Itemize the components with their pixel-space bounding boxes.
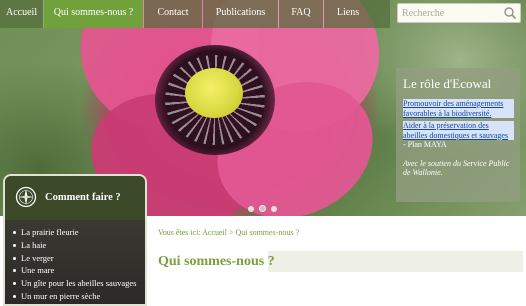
main-nav: Accueil Qui sommes-nous ? Contact Public… [0,0,390,28]
breadcrumb: Vous êtes ici: Accueil > Qui sommes-nous… [158,228,299,237]
compass-icon [15,186,37,208]
page-title-bar [268,251,523,272]
slider-dots [248,205,277,212]
sidebar-header: Comment faire ? [5,176,145,220]
breadcrumb-current: Qui sommes-nous ? [235,228,300,237]
sidebar-item-mare[interactable]: Une mare [5,264,145,277]
nav-spacer [372,0,390,28]
slider-dot[interactable] [248,206,254,212]
nav-item-contact[interactable]: Contact [144,0,202,28]
biodiversity-link[interactable]: Promouvoir des aménagements favorables à… [403,99,514,118]
sidebar-item-mur-pierre[interactable]: Un mur en pierre sèche [5,290,145,303]
breadcrumb-home-link[interactable]: Accueil [202,228,227,237]
search-icon[interactable] [502,5,518,21]
bees-link[interactable]: Aider à la préservation des abeilles dom… [403,121,514,140]
poppy-pistil [185,68,243,118]
sidebar-title: Comment faire ? [45,192,121,203]
page-title: Qui sommes-nous ? [158,254,275,269]
nav-item-qui-sommes-nous[interactable]: Qui sommes-nous ? [44,0,143,28]
role-panel: Le rôle d'Ecowal Promouvoir des aménagem… [396,68,520,202]
sidebar-list: La prairie fleurie La haie Le verger Une… [5,220,145,303]
plan-maya-text: - Plan MAYA [403,140,447,149]
slider-dot[interactable] [271,206,277,212]
slider-dot-active[interactable] [259,205,266,212]
search-box [397,3,521,23]
sidebar-item-gite-abeilles[interactable]: Un gîte pour les abeilles sauvages [5,277,145,290]
nav-item-publications[interactable]: Publications [203,0,278,28]
sidebar-item-haie[interactable]: La haie [5,239,145,252]
role-panel-title: Le rôle d'Ecowal [403,76,492,91]
sidebar-comment-faire: Comment faire ? La prairie fleurie La ha… [3,174,147,306]
sidebar-item-verger[interactable]: Le verger [5,252,145,265]
support-text: Avec le soutien du Service Public de Wal… [403,158,510,178]
sidebar-item-prairie[interactable]: La prairie fleurie [5,226,145,239]
nav-item-liens[interactable]: Liens [324,0,372,28]
search-input[interactable] [402,5,502,21]
nav-item-accueil[interactable]: Accueil [0,0,43,28]
breadcrumb-prefix: Vous êtes ici: [158,228,203,237]
nav-item-faq[interactable]: FAQ [279,0,323,28]
